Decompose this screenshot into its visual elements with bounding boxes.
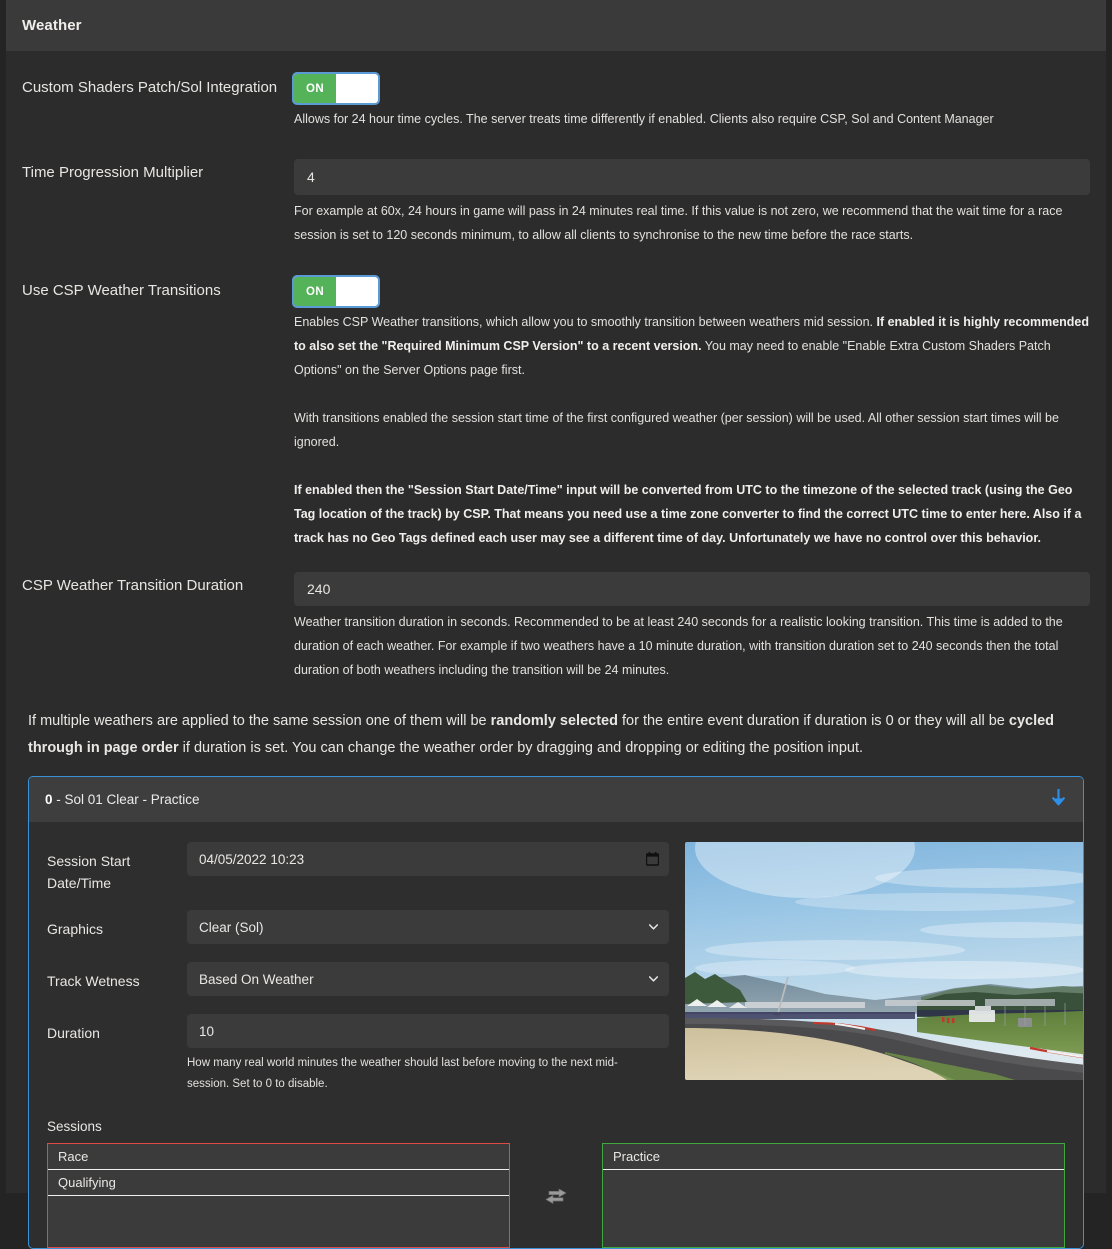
selected-sessions-list[interactable]: Practice [602, 1143, 1065, 1248]
help-part-3: If enabled then the "Session Start Date/… [294, 483, 1082, 545]
note-part-e: if duration is set. You can change the w… [178, 740, 864, 756]
graphics-select[interactable]: Clear (Sol) [187, 910, 669, 944]
help-time-multiplier: For example at 60x, 24 hours in game wil… [294, 204, 1063, 242]
control-time-multiplier: For example at 60x, 24 hours in game wil… [294, 159, 1090, 247]
available-sessions-list[interactable]: Race Qualifying [47, 1143, 510, 1248]
weather-card: 0 - Sol 01 Clear - Practice Session Star… [28, 776, 1084, 1249]
label-time-multiplier: Time Progression Multiplier [22, 164, 204, 181]
exchange-arrows-icon[interactable] [545, 1188, 567, 1204]
field-track-wetness: Based On Weather [187, 962, 669, 996]
track-wetness-select-wrapper: Based On Weather [187, 962, 669, 996]
multi-weather-note: If multiple weathers are applied to the … [28, 708, 1084, 762]
help-transition-duration: Weather transition duration in seconds. … [294, 615, 1063, 677]
help-part-1a: Enables CSP Weather transitions, which a… [294, 315, 877, 329]
sessions-label: Sessions [47, 1119, 102, 1134]
help-csp-transitions: Enables CSP Weather transitions, which a… [294, 310, 1090, 550]
label-graphics: Graphics [47, 921, 104, 937]
time-multiplier-input[interactable] [294, 159, 1090, 195]
duration-input[interactable] [187, 1014, 669, 1048]
toggle-csp-sol-integration[interactable]: ON [292, 72, 380, 105]
list-item[interactable]: Race [48, 1144, 509, 1170]
toggle-state-label: ON [294, 74, 336, 103]
control-csp-sol-integration: ON Allows for 24 hour time cycles. The s… [292, 72, 1090, 131]
weather-card-name: - Sol 01 Clear - Practice [52, 792, 200, 807]
swap-control [510, 1188, 602, 1204]
help-csp-sol-integration: Allows for 24 hour time cycles. The serv… [294, 112, 994, 126]
track-wetness-select[interactable]: Based On Weather [187, 962, 669, 996]
sessions-block: Sessions Race Qualifying Practice [29, 1113, 1083, 1248]
help-duration: How many real world minutes the weather … [187, 1057, 618, 1090]
form-row-csp-transitions: Use CSP Weather Transitions ON Enables C… [22, 275, 1090, 550]
list-item[interactable]: Qualifying [48, 1170, 509, 1196]
weather-card-position: 0 [45, 792, 53, 807]
field-duration: How many real world minutes the weather … [187, 1014, 669, 1095]
form-row-transition-duration: CSP Weather Transition Duration Weather … [22, 572, 1090, 682]
list-item[interactable]: Practice [603, 1144, 1064, 1170]
label-csp-transitions: Use CSP Weather Transitions [22, 282, 221, 299]
note-part-c: for the entire event duration if duratio… [617, 713, 1009, 729]
toggle-state-label: ON [294, 277, 336, 306]
note-part-a: If multiple weathers are applied to the … [28, 713, 491, 729]
row-graphics: Graphics Clear (Sol) [47, 910, 669, 944]
control-csp-transitions: ON Enables CSP Weather transitions, whic… [292, 275, 1090, 550]
label-session-start: Session Start Date/Time [47, 853, 131, 891]
session-start-input[interactable] [187, 842, 669, 876]
toggle-knob [336, 277, 378, 306]
row-session-start: Session Start Date/Time [47, 842, 669, 894]
label-csp-sol-integration: Custom Shaders Patch/Sol Integration [22, 79, 278, 96]
panel-body: Custom Shaders Patch/Sol Integration ON … [6, 52, 1106, 1249]
weather-card-preview [685, 842, 1083, 1095]
form-row-csp-sol-integration: Custom Shaders Patch/Sol Integration ON … [22, 72, 1090, 131]
row-track-wetness: Track Wetness Based On Weather [47, 962, 669, 996]
arrow-down-icon[interactable] [1050, 788, 1067, 811]
form-row-time-multiplier: Time Progression Multiplier For example … [22, 159, 1090, 247]
track-preview-image [685, 842, 1083, 1080]
weather-card-fields: Session Start Date/Time 04/05/2022 10:23… [47, 842, 669, 1095]
label-transition-duration: CSP Weather Transition Duration [22, 577, 244, 594]
help-spacer [294, 454, 1090, 478]
field-graphics: Clear (Sol) [187, 910, 669, 944]
weather-card-title: 0 - Sol 01 Clear - Practice [45, 792, 1050, 807]
help-part-2: With transitions enabled the session sta… [294, 411, 1059, 449]
toggle-csp-transitions[interactable]: ON [292, 275, 380, 308]
graphics-select-wrapper: Clear (Sol) [187, 910, 669, 944]
page-title: Weather [22, 17, 82, 34]
weather-card-header[interactable]: 0 - Sol 01 Clear - Practice [29, 777, 1083, 822]
session-start-wrapper [187, 842, 669, 876]
row-duration: Duration How many real world minutes the… [47, 1014, 669, 1095]
label-track-wetness: Track Wetness [47, 973, 140, 989]
toggle-knob [336, 74, 378, 103]
field-session-start [187, 842, 669, 876]
weather-card-body: Session Start Date/Time 04/05/2022 10:23… [29, 822, 1083, 1113]
control-transition-duration: Weather transition duration in seconds. … [294, 572, 1090, 682]
note-part-b: randomly selected [490, 713, 618, 729]
label-duration: Duration [47, 1025, 100, 1041]
panel-header: Weather [6, 0, 1106, 52]
help-spacer [294, 382, 1090, 406]
sessions-lists: Race Qualifying Practice [47, 1143, 1065, 1248]
transition-duration-input[interactable] [294, 572, 1090, 606]
weather-settings-page: Weather Custom Shaders Patch/Sol Integra… [0, 0, 1112, 1249]
